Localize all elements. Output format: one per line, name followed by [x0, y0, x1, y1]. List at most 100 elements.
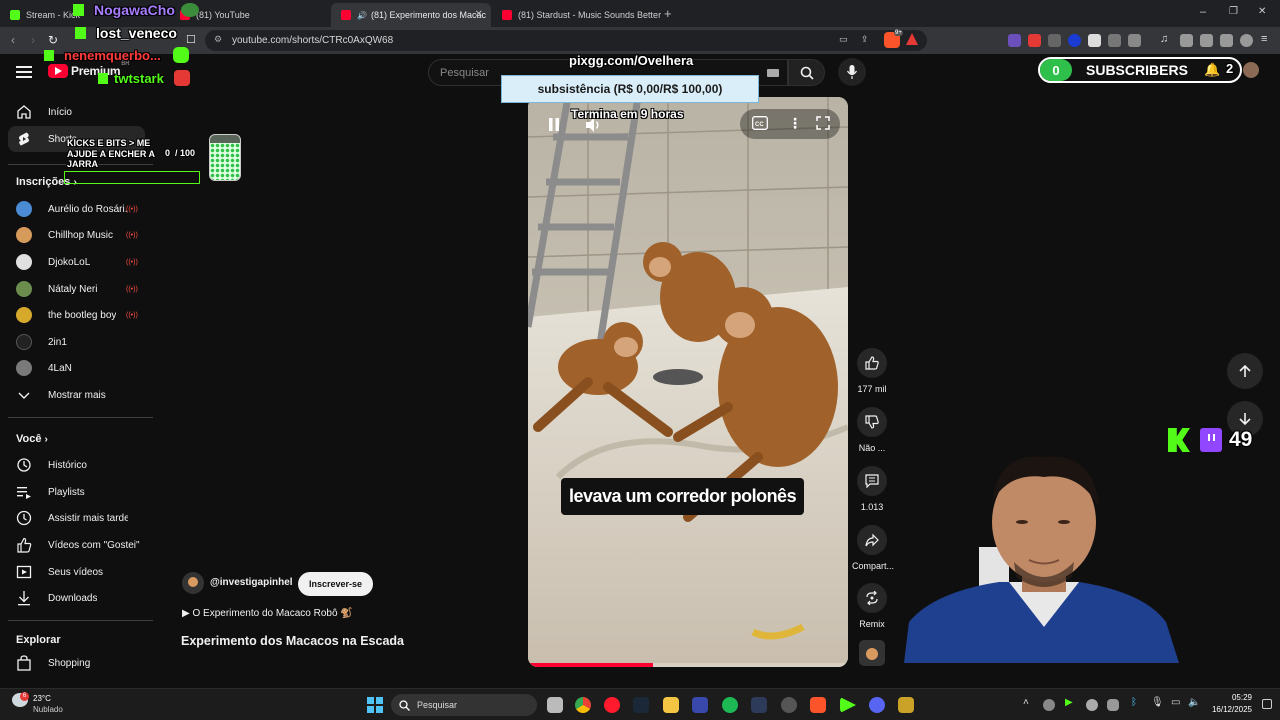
sidebar-item-watch-later[interactable]: Assistir mais tarde	[0, 505, 153, 531]
show-hidden-icons-icon[interactable]: ˄	[1023, 697, 1029, 708]
video-progress-track[interactable]	[528, 663, 848, 667]
taskbar-clock[interactable]: 05:29	[1210, 693, 1252, 702]
network-icon[interactable]: ▭	[1171, 697, 1180, 708]
sidebar-subscription-chillhop[interactable]: Chillhop Music ((•))	[0, 222, 153, 248]
keyboard-icon[interactable]	[767, 69, 779, 77]
bluetooth-icon[interactable]: ᛒ	[1131, 697, 1137, 708]
tray-icon[interactable]	[1107, 699, 1119, 711]
menu-icon[interactable]: ≡	[1261, 33, 1267, 45]
close-window-button[interactable]: ✕	[1258, 6, 1266, 17]
maximize-button[interactable]: ❐	[1229, 6, 1238, 17]
search-button[interactable]	[788, 59, 825, 86]
pause-button[interactable]	[544, 115, 564, 135]
taskbar-date[interactable]: 16/12/2025	[1204, 705, 1252, 714]
sidebar-subscription-nataly[interactable]: Nátaly Neri ((•))	[0, 276, 153, 302]
new-tab-button[interactable]: +	[664, 6, 672, 21]
extension-icon[interactable]	[1048, 34, 1061, 47]
windows-start-icon[interactable]	[367, 697, 383, 713]
app-icon[interactable]	[692, 697, 708, 713]
extension-icon[interactable]	[1068, 34, 1081, 47]
close-tab-icon[interactable]: ✕	[475, 9, 483, 20]
sidebar-item-home[interactable]: Início	[0, 99, 153, 125]
related-playlist-link[interactable]: ▶ O Experimento do Macaco Robô 🐒	[182, 608, 353, 619]
puzzle-extensions-icon[interactable]	[1108, 34, 1121, 47]
address-bar[interactable]: ⚙ youtube.com/shorts/CTRc0AxQW68 ▭ ⇪ ☆	[205, 30, 927, 51]
like-action[interactable]: 177 mil	[852, 348, 892, 394]
sidebar-subscription-djokolol[interactable]: DjokoLoL ((•))	[0, 249, 153, 275]
more-options-icon[interactable]: ⋮	[788, 115, 802, 132]
account-avatar[interactable]	[1243, 62, 1259, 78]
vpn-icon[interactable]	[1240, 34, 1253, 47]
back-button[interactable]: ‹	[11, 33, 15, 47]
fullscreen-button[interactable]	[816, 116, 830, 130]
brave-rewards-icon[interactable]	[906, 33, 918, 45]
microphone-icon[interactable]: 🎙	[1151, 697, 1164, 708]
volume-icon[interactable]: 🔈	[1188, 697, 1200, 708]
opera-icon[interactable]	[604, 697, 620, 713]
share-button[interactable]	[857, 525, 887, 555]
steam-icon[interactable]	[633, 697, 649, 713]
sidebar-icon[interactable]	[1180, 34, 1193, 47]
tray-icon[interactable]	[1086, 699, 1098, 711]
extension-icon[interactable]	[1028, 34, 1041, 47]
sidebar-item-history[interactable]: Histórico	[0, 452, 153, 478]
sidebar-show-more[interactable]: Mostrar mais	[0, 382, 153, 408]
remix-button[interactable]	[857, 583, 887, 613]
sidebar-item-liked-videos[interactable]: Vídeos com "Gostei"	[0, 532, 153, 558]
sidebar-item-your-videos[interactable]: Seus vídeos	[0, 559, 153, 585]
tray-icon[interactable]	[1043, 699, 1055, 711]
previous-short-button[interactable]	[1227, 353, 1263, 389]
discord-icon[interactable]	[869, 697, 885, 713]
sidebar-subscription-bootleg-boy[interactable]: the bootleg boy ((•))	[0, 302, 153, 328]
extension-icon[interactable]	[1088, 34, 1101, 47]
channel-handle[interactable]: @investigapinhel	[210, 577, 293, 588]
wallet-icon[interactable]	[1200, 34, 1213, 47]
app-icon[interactable]	[898, 697, 914, 713]
sidebar-item-shopping[interactable]: Shopping	[0, 650, 153, 676]
kick-app-icon[interactable]	[840, 697, 856, 713]
notification-center-icon[interactable]	[1262, 699, 1272, 709]
sidebar-item-downloads[interactable]: Downloads	[0, 585, 153, 611]
hamburger-menu-icon[interactable]	[16, 65, 32, 79]
share-action[interactable]: Compart...	[852, 525, 894, 571]
taskbar-search[interactable]: Pesquisar	[391, 694, 537, 716]
site-info-icon[interactable]: ⚙	[214, 34, 222, 45]
channel-avatar[interactable]	[182, 572, 204, 594]
shorts-video-player[interactable]: CC ⋮ levava um corredor polonês	[528, 97, 848, 667]
tab-stardust[interactable]: (81) Stardust - Music Sounds Better W	[492, 3, 662, 27]
sidebar-subscription-4lan[interactable]: 4LaN	[0, 355, 153, 381]
like-button[interactable]	[857, 348, 887, 378]
sidebar-subscription-2in1[interactable]: 2in1	[0, 329, 153, 355]
share-page-icon[interactable]: ⇪	[861, 34, 869, 45]
dislike-button[interactable]	[857, 407, 887, 437]
reload-button[interactable]: ↻	[48, 33, 58, 47]
extension-icon[interactable]	[1008, 34, 1021, 47]
media-controls-icon[interactable]: ♫	[1160, 33, 1168, 45]
spotify-icon[interactable]	[722, 697, 738, 713]
you-heading[interactable]: Você ›	[16, 433, 48, 445]
leo-ai-icon[interactable]	[1220, 34, 1233, 47]
bookmark-icon[interactable]: ☐	[186, 33, 196, 46]
sidebar-subscription-aurelio[interactable]: Aurélio do Rosári... ((•))	[0, 196, 153, 222]
tab-experimento-macacos[interactable]: 🔊 (81) Experimento dos Macac ✕	[331, 3, 491, 27]
brave-icon[interactable]	[810, 697, 826, 713]
sidebar-item-playlists[interactable]: Playlists	[0, 479, 153, 505]
file-explorer-icon[interactable]	[663, 697, 679, 713]
dislike-action[interactable]: Não ...	[852, 407, 892, 453]
minimize-button[interactable]: –	[1200, 6, 1206, 18]
tray-play-icon[interactable]: ▶	[1065, 697, 1073, 708]
obs-icon[interactable]	[781, 697, 797, 713]
forward-button[interactable]: ›	[31, 33, 35, 47]
remix-action[interactable]: Remix	[852, 583, 892, 629]
chrome-icon[interactable]	[575, 697, 591, 713]
extension-icon[interactable]	[1128, 34, 1141, 47]
task-view-icon[interactable]	[547, 697, 563, 713]
cast-icon[interactable]: ▭	[839, 34, 848, 45]
app-icon[interactable]	[751, 697, 767, 713]
comments-action[interactable]: 1.013	[852, 466, 892, 512]
subscribe-button[interactable]: Inscrever-se	[298, 572, 374, 596]
captions-button[interactable]: CC	[752, 116, 768, 130]
notifications-bell-icon[interactable]: 🔔	[1204, 62, 1220, 78]
comments-button[interactable]	[857, 466, 887, 496]
voice-search-button[interactable]	[838, 58, 866, 86]
